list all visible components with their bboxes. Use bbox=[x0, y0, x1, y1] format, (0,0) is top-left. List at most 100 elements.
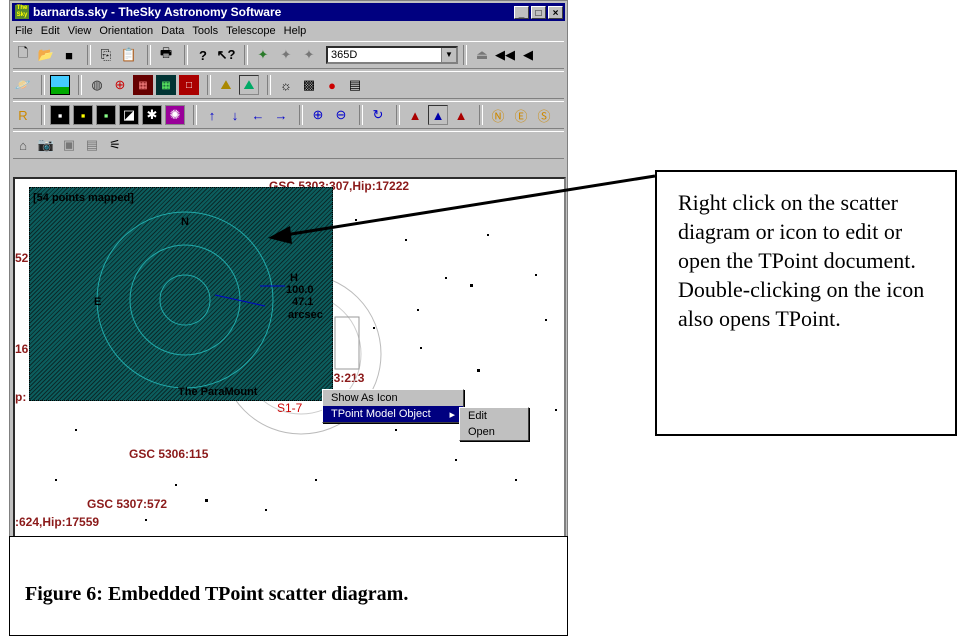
camera-icon[interactable]: 📷 bbox=[36, 135, 56, 155]
zoom-out-icon[interactable]: ⊖ bbox=[331, 105, 351, 125]
zoom-in-icon[interactable]: ⊕ bbox=[308, 105, 328, 125]
telescope-a-icon[interactable]: ▲ bbox=[405, 105, 425, 125]
minimize-button[interactable]: _ bbox=[514, 5, 529, 19]
toolbar-separator bbox=[479, 105, 483, 125]
print-icon[interactable]: 🖶 bbox=[156, 45, 176, 65]
toolbar-separator bbox=[463, 45, 467, 65]
open-folder-icon[interactable]: 📂 bbox=[36, 45, 56, 65]
toolbar-separator bbox=[147, 45, 151, 65]
thesky-window: The Sky barnards.sky - TheSky Astronomy … bbox=[9, 0, 568, 538]
rotate-icon[interactable]: ↻ bbox=[368, 105, 388, 125]
help-icon[interactable]: ? bbox=[193, 45, 213, 65]
save-icon[interactable]: ■ bbox=[59, 45, 79, 65]
maximize-button[interactable]: □ bbox=[531, 5, 546, 19]
sun-icon[interactable]: ☼ bbox=[276, 75, 296, 95]
view-icon-4[interactable]: ◪ bbox=[119, 105, 139, 125]
menu-help[interactable]: Help bbox=[284, 25, 307, 37]
menu-item-show-as-icon[interactable]: Show As Icon bbox=[323, 390, 463, 406]
rewind-icon[interactable]: ◀◀ bbox=[495, 45, 515, 65]
observatory-icon[interactable]: ⌂ bbox=[13, 135, 33, 155]
field-icon[interactable]: ▦ bbox=[156, 75, 176, 95]
grid-icon[interactable]: ◍ bbox=[87, 75, 107, 95]
s-circle-icon[interactable]: Ⓢ bbox=[534, 105, 554, 125]
arrow-right-icon[interactable]: → bbox=[271, 105, 291, 125]
star bbox=[445, 277, 447, 279]
star bbox=[417, 309, 419, 311]
frame-icon[interactable]: □ bbox=[179, 75, 199, 95]
arrow-down-icon[interactable]: ↓ bbox=[225, 105, 245, 125]
menu-item-tpoint-model-object[interactable]: TPoint Model Object ▸ bbox=[323, 406, 463, 422]
telescope-icon-2[interactable]: ✦ bbox=[276, 45, 296, 65]
sky-chart[interactable]: GSC 5303:307,Hip:17222 52 16 p: 03:213 G… bbox=[13, 177, 566, 537]
planet-icon[interactable]: 🪐 bbox=[13, 75, 33, 95]
landscape-icon[interactable]: ⛰ bbox=[216, 75, 236, 95]
menu-view[interactable]: View bbox=[68, 25, 92, 37]
step-back-icon[interactable]: ◀ bbox=[518, 45, 538, 65]
menu-item-edit[interactable]: Edit bbox=[460, 408, 528, 424]
n-circle-icon[interactable]: Ⓝ bbox=[488, 105, 508, 125]
telescope-p-icon[interactable]: ▲ bbox=[428, 105, 448, 125]
chevron-down-icon[interactable]: ▼ bbox=[441, 48, 456, 62]
view-icon-3[interactable]: ▪ bbox=[96, 105, 116, 125]
points-mapped-label: [54 points mapped] bbox=[33, 192, 134, 204]
menu-telescope[interactable]: Telescope bbox=[226, 25, 276, 37]
callout-box: Right click on the scatter diagram or ic… bbox=[655, 170, 957, 436]
view-icon-6[interactable]: ✺ bbox=[165, 105, 185, 125]
landscape-icon-2[interactable]: ⛰ bbox=[239, 75, 259, 95]
grid-settings-icon[interactable]: ▤ bbox=[345, 75, 365, 95]
star bbox=[55, 479, 57, 481]
scale-label-value-2: 47.1 bbox=[292, 296, 314, 308]
image-icon[interactable]: ▣ bbox=[59, 135, 79, 155]
tpoint-scatter-diagram[interactable]: [54 points mapped] N E H 100.0 47.1 arcs… bbox=[29, 187, 333, 401]
context-menu: Show As Icon TPoint Model Object ▸ bbox=[322, 389, 464, 423]
menu-file[interactable]: File bbox=[15, 25, 33, 37]
menu-item-open[interactable]: Open bbox=[460, 424, 528, 440]
star bbox=[145, 519, 147, 521]
e-circle-icon[interactable]: Ⓔ bbox=[511, 105, 531, 125]
toolbar-separator bbox=[87, 45, 91, 65]
view-icon-1[interactable]: ▪ bbox=[50, 105, 70, 125]
paste-icon[interactable]: 📋 bbox=[119, 45, 139, 65]
car-icon[interactable]: ● bbox=[322, 75, 342, 95]
toolbar-separator bbox=[184, 45, 188, 65]
menu-data[interactable]: Data bbox=[161, 25, 184, 37]
arrow-left-icon[interactable]: ← bbox=[248, 105, 268, 125]
menu-orientation[interactable]: Orientation bbox=[99, 25, 153, 37]
view-icon-5[interactable]: ✱ bbox=[142, 105, 162, 125]
arrow-up-icon[interactable]: ↑ bbox=[202, 105, 222, 125]
title-bar: The Sky barnards.sky - TheSky Astronomy … bbox=[12, 3, 565, 21]
object-name-label: The ParaMount bbox=[178, 386, 258, 398]
eject-icon[interactable]: ⏏ bbox=[472, 45, 492, 65]
telescope-z-icon[interactable]: ▲ bbox=[451, 105, 471, 125]
close-button[interactable]: × bbox=[548, 5, 563, 19]
submenu: Edit Open bbox=[459, 407, 529, 441]
toolbar-separator bbox=[193, 105, 197, 125]
app-icon: The Sky bbox=[15, 5, 29, 19]
time-step-value: 365D bbox=[331, 49, 358, 61]
copy-icon[interactable]: ⎘ bbox=[96, 45, 116, 65]
time-step-select[interactable]: 365D ▼ bbox=[326, 46, 458, 64]
menu-item-label: TPoint Model Object bbox=[331, 408, 431, 420]
toolbar-standard: 🗋 📂 ■ ⎘ 📋 🖶 ? ↖? ✦ ✦ ✦ 365D ▼ ⏏ ◀◀ ◀ bbox=[13, 41, 564, 69]
context-help-icon[interactable]: ↖? bbox=[216, 45, 236, 65]
toolbar-separator bbox=[207, 75, 211, 95]
star bbox=[315, 479, 317, 481]
menu-bar: File Edit View Orientation Data Tools Te… bbox=[13, 22, 564, 39]
zoom-reset-icon[interactable]: R bbox=[13, 105, 33, 125]
star bbox=[535, 274, 537, 276]
star bbox=[205, 499, 208, 502]
chart-icon[interactable]: ▩ bbox=[299, 75, 319, 95]
wand-icon[interactable]: ⚟ bbox=[105, 135, 125, 155]
horizon-icon[interactable] bbox=[50, 75, 70, 95]
menu-edit[interactable]: Edit bbox=[41, 25, 60, 37]
constellation-icon[interactable]: ▦ bbox=[133, 75, 153, 95]
target-icon[interactable]: ⊕ bbox=[110, 75, 130, 95]
telescope-icon[interactable]: ✦ bbox=[253, 45, 273, 65]
view-icon-2[interactable]: ▪ bbox=[73, 105, 93, 125]
new-file-icon[interactable]: 🗋 bbox=[13, 45, 33, 65]
telescope-icon-3[interactable]: ✦ bbox=[299, 45, 319, 65]
menu-tools[interactable]: Tools bbox=[192, 25, 218, 37]
figure-caption: Figure 6: Embedded TPoint scatter diagra… bbox=[25, 583, 409, 605]
image-icon-2[interactable]: ▤ bbox=[82, 135, 102, 155]
toolbar-display: 🪐 ◍ ⊕ ▦ ▦ □ ⛰ ⛰ ☼ ▩ ● ▤ bbox=[13, 71, 564, 99]
